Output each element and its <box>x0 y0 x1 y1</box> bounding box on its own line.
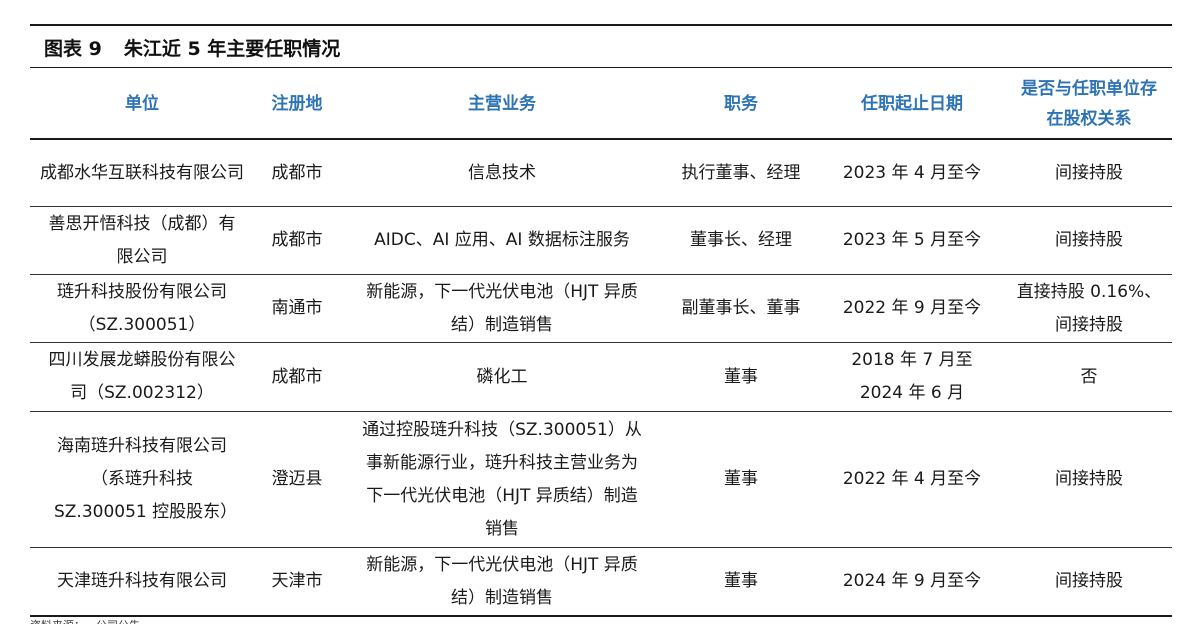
cell-location: 成都市 <box>271 230 323 250</box>
cell-equity: 否 <box>1080 366 1098 387</box>
table-row: 四川发展龙蟒股份有限公司（SZ.002312） 成都市 磷化工 董事 2018 … <box>30 343 1172 412</box>
cell-business: 新能源，下一代光伏电池（HJT 异质结）制造销售 <box>366 281 638 335</box>
cell-business: AIDC、AI 应用、AI 数据标注服务 <box>374 230 630 250</box>
table-row: 天津琏升科技有限公司 天津市 新能源，下一代光伏电池（HJT 异质结）制造销售 … <box>30 548 1172 617</box>
cell-period: 2022 年 4 月至今 <box>842 469 982 489</box>
cell-unit: 成都水华互联科技有限公司 <box>40 162 244 183</box>
cell-equity: 间接持股 <box>1055 571 1123 591</box>
cell-equity: 间接持股 <box>1055 469 1123 489</box>
cell-equity: 间接持股 <box>1055 162 1123 183</box>
cell-business: 新能源，下一代光伏电池（HJT 异质结）制造销售 <box>366 554 638 608</box>
header-period: 任职起止日期 <box>861 94 963 114</box>
table-row: 海南琏升科技有限公司（系琏升科技 SZ.300051 控股股东） 澄迈县 通过控… <box>30 412 1172 548</box>
header-unit: 单位 <box>125 94 159 114</box>
cell-unit: 四川发展龙蟒股份有限公司（SZ.002312） <box>48 350 236 403</box>
cell-location: 成都市 <box>271 366 323 387</box>
cell-period: 2018 年 7 月至 2024 年 6 月 <box>851 350 973 403</box>
cell-location: 天津市 <box>271 571 323 591</box>
cell-location: 成都市 <box>271 162 323 183</box>
cell-business: 通过控股琏升科技（SZ.300051）从事新能源行业，琏升科技主营业务为下一代光… <box>362 419 642 539</box>
cell-business: 磷化工 <box>476 366 528 387</box>
cell-business: 信息技术 <box>468 162 536 183</box>
cell-equity: 间接持股 <box>1055 230 1123 250</box>
caption-title: 朱江近 5 年主要任职情况 <box>123 38 341 60</box>
cell-position: 执行董事、经理 <box>681 162 801 183</box>
table-row: 成都水华互联科技有限公司 成都市 信息技术 执行董事、经理 2023 年 4 月… <box>30 140 1172 207</box>
source-note: 资料来源：…公司公告… <box>30 617 590 624</box>
header-equity: 是否与任职单位存在股权关系 <box>1021 79 1157 129</box>
cell-unit: 善思开悟科技（成都）有限公司 <box>48 213 236 267</box>
table-header-row: 单位 注册地 主营业务 职务 任职起止日期 是否与任职单位存在股权关系 <box>30 70 1172 138</box>
header-position: 职务 <box>724 94 758 114</box>
cell-position: 董事 <box>724 571 758 591</box>
table-row: 善思开悟科技（成都）有限公司 成都市 AIDC、AI 应用、AI 数据标注服务 … <box>30 207 1172 275</box>
top-rule <box>30 24 1172 26</box>
table-caption: 图表 9 朱江近 5 年主要任职情况 <box>40 34 340 61</box>
cell-unit: 海南琏升科技有限公司（系琏升科技 SZ.300051 控股股东） <box>54 436 238 522</box>
cell-position: 副董事长、董事 <box>681 298 801 318</box>
cell-location: 南通市 <box>271 298 323 318</box>
cell-position: 董事长、经理 <box>690 230 792 250</box>
cell-location: 澄迈县 <box>271 469 323 489</box>
cell-period: 2024 年 9 月至今 <box>842 571 982 591</box>
header-business: 主营业务 <box>468 94 536 114</box>
header-location: 注册地 <box>271 94 323 114</box>
cell-period: 2023 年 5 月至今 <box>842 230 982 250</box>
cell-period: 2023 年 4 月至今 <box>842 162 982 183</box>
table-row: 琏升科技股份有限公司（SZ.300051） 南通市 新能源，下一代光伏电池（HJ… <box>30 275 1172 343</box>
cell-unit: 琏升科技股份有限公司（SZ.300051） <box>57 281 227 335</box>
cell-position: 董事 <box>724 469 758 489</box>
caption-rule <box>30 67 1172 68</box>
cell-position: 董事 <box>724 366 758 387</box>
caption-label: 图表 9 <box>44 38 102 60</box>
cell-unit: 天津琏升科技有限公司 <box>57 571 227 591</box>
cell-equity: 直接持股 0.16%、间接持股 <box>1016 281 1162 335</box>
cell-period: 2022 年 9 月至今 <box>842 298 982 318</box>
